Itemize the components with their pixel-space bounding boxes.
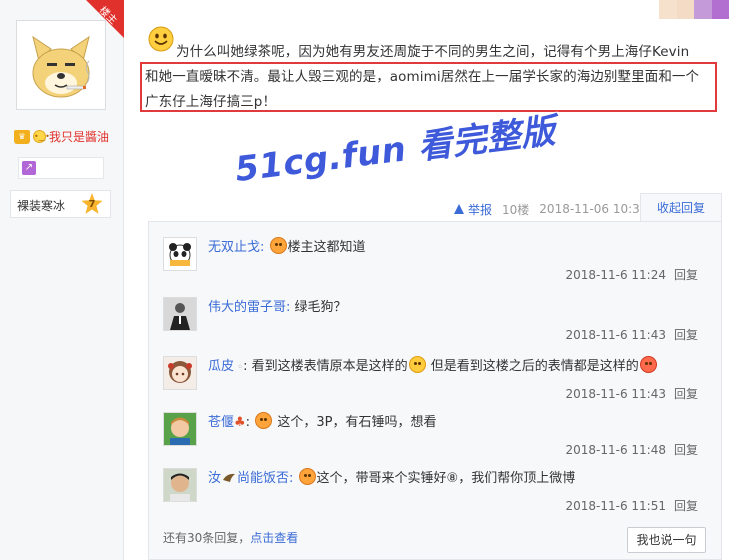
reply-button[interactable]: 回复 [674,443,698,457]
reply-time: 2018-11-6 11:24 [565,268,666,282]
reply-username[interactable]: 伟大的雷子哥: [208,300,290,315]
reply-text: 这个，带哥来个实锤好⑧，我们帮你顶上微博 [316,471,576,486]
member-badge[interactable]: ↗ [18,157,104,179]
reply-body: 无双止戈: 楼主这都知道 [208,237,366,259]
reply-time: 2018-11-6 11:48 [565,443,666,457]
man-photo-avatar-icon [164,469,196,501]
neutral-emoji-icon [408,356,426,373]
author-avatar[interactable] [16,20,106,110]
tongue-emoji-icon [298,468,316,485]
anime-girl-avatar-icon [164,357,196,389]
more-replies: 还有30条回复，点击查看 [163,529,298,546]
post-line-2: 和她一直暧昧不清。最让人毁三观的是，aomimi居然在上一届学长家的海边别墅里面… [145,69,700,85]
crown-icon: ♛ [14,129,30,144]
collapse-replies-button[interactable]: 收起回复 [640,193,722,222]
author-sidebar: 楼主 ♛ •‿• 我只是醬油 ↗ 裸装寒冰 7 [0,0,124,560]
reply-list: 无双止戈: 楼主这都知道 2018-11-6 11:24 回复 伟大的雷子哥: 绿… [148,221,722,560]
reply-meta: 2018-11-6 11:51 回复 [565,497,698,514]
reply-body: 苍偃♣: 这个，3P，有石锤吗，想看 [208,412,436,434]
level-number: 7 [81,193,103,214]
reply-username[interactable]: 瓜皮 [208,359,234,374]
doge-avatar-icon [19,23,103,107]
author-username[interactable]: 我只是醬油 [49,128,109,145]
boy-photo-avatar-icon [164,413,196,445]
post-datetime: 2018-11-06 10:31 [539,202,648,216]
reply-name-prefix[interactable]: 汝 [208,471,221,486]
reply-text: 这个，3P，有石锤吗，想看 [277,415,437,430]
reply-button[interactable]: 回复 [674,387,698,401]
report-link[interactable]: 举报 [468,201,492,218]
report-icon [454,203,465,215]
reply-button[interactable]: 回复 [674,499,698,513]
watermark-text: 51cg.fun 看完整版 [233,111,558,191]
reply-body: 汝 尚能饭否: 这个，带哥来个实锤好⑧，我们帮你顶上微博 [208,468,575,490]
floor-number: 10楼 [502,202,530,217]
reply-colon: : [245,415,251,430]
reply-avatar[interactable] [163,237,197,271]
angry-red-emoji-icon [639,356,657,373]
reply-username[interactable]: 无双止戈: [208,240,264,255]
vip-dot-icon: ◦ [234,362,244,373]
reply-button[interactable]: 回复 [674,268,698,282]
add-reply-button[interactable]: 我也说一句 [627,527,706,553]
level-name: 裸装寒冰 [17,199,66,213]
reply-avatar[interactable] [163,356,197,390]
reply-time: 2018-11-6 11:43 [565,387,666,401]
reply-username[interactable]: 尚能饭否: [237,471,293,486]
bird-icon [223,473,236,482]
level-badge[interactable]: 裸装寒冰 7 [10,190,111,218]
panda-avatar-icon [164,238,196,270]
reply-text: 楼主这都知道 [287,240,366,255]
reply-avatar[interactable] [163,468,197,502]
more-replies-count: 还有30条回复， [163,531,251,545]
reply-time: 2018-11-6 11:43 [565,328,666,342]
reply-meta: 2018-11-6 11:24 回复 [565,266,698,283]
reply-meta: 2018-11-6 11:43 回复 [565,385,698,402]
reply-avatar[interactable] [163,412,197,446]
man-in-suit-avatar-icon [164,298,196,330]
gender-icon: ↗ [22,161,36,175]
reply-button[interactable]: 回复 [674,328,698,342]
reply-time: 2018-11-6 11:51 [565,499,666,513]
tongue-emoji-icon [255,412,273,429]
reply-text: 绿毛狗？ [294,300,347,315]
reply-avatar[interactable] [163,297,197,331]
post-line-3: 广东仔上海仔搞三p！ [145,94,277,110]
post-line-1: 为什么叫她绿茶呢，因为她有男友还周旋于不同的男生之间，记得有个男上海仔Kevin [176,44,690,60]
top-color-strip [642,0,729,19]
maple-leaf-icon: ♣ [234,415,246,430]
view-more-link[interactable]: 点击查看 [250,531,298,545]
reply-username[interactable]: 苍偃 [208,415,234,430]
reply-text: 看到这楼表情原本是这样的 [251,359,408,374]
angry-emoji-icon [269,237,287,254]
smiley-icon: •‿• [33,130,50,143]
reply-colon: : [243,359,248,374]
reply-meta: 2018-11-6 11:48 回复 [565,441,698,458]
post-content: 为什么叫她绿茶呢，因为她有男友还周旋于不同的男生之间，记得有个男上海仔Kevin… [145,40,717,115]
post-meta: 举报 10楼 2018-11-06 10:31 [454,201,647,217]
reply-body: 伟大的雷子哥: 绿毛狗？ [208,297,347,319]
author-name-line: ♛ •‿• 我只是醬油 [14,128,109,145]
reply-text-2: 但是看到这楼之后的表情都是这样的 [430,359,639,374]
reply-body: 瓜皮 ◦: 看到这楼表情原本是这样的 但是看到这楼之后的表情都是这样的 [208,356,658,379]
reply-meta: 2018-11-6 11:43 回复 [565,326,698,343]
